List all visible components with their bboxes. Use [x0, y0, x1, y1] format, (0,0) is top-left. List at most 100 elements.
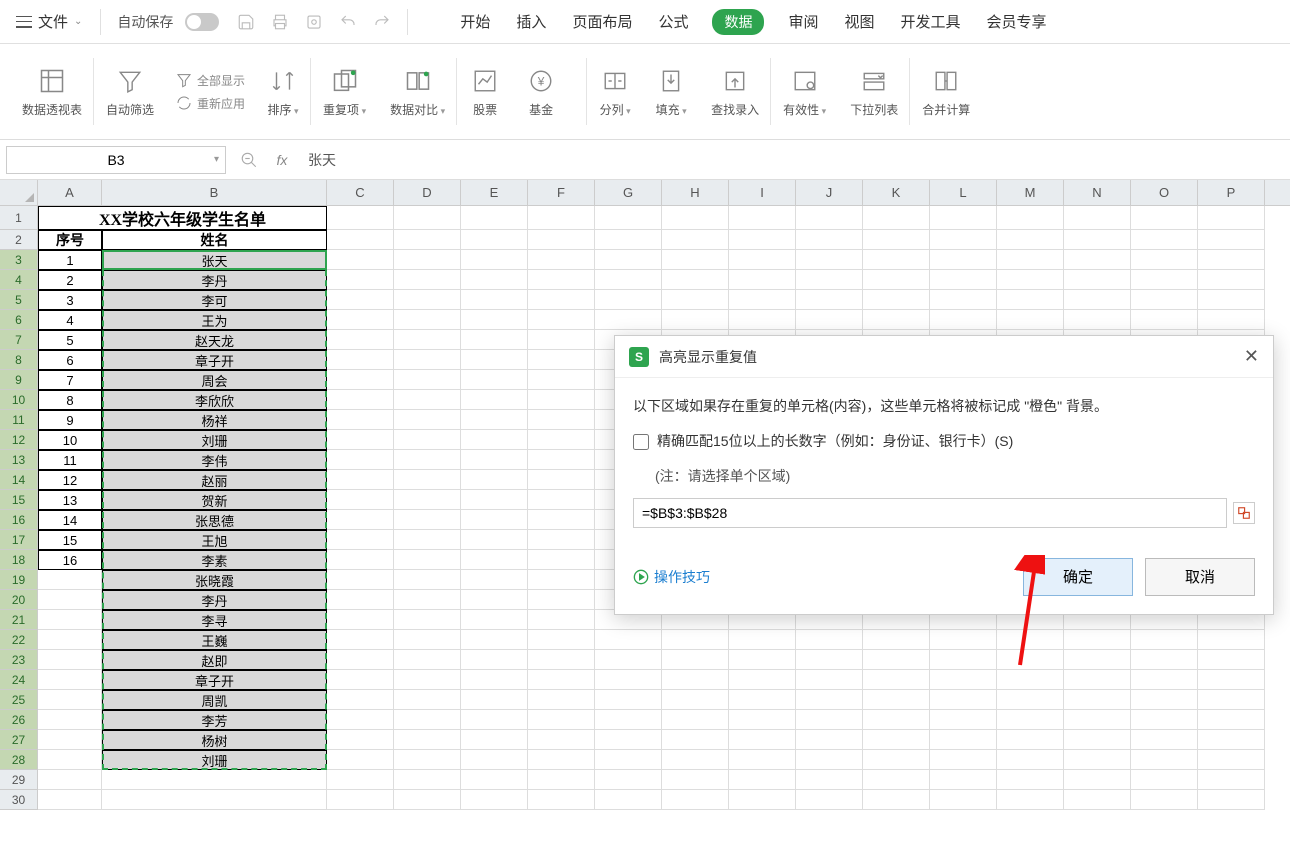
name-box[interactable]: B3 ▾	[6, 146, 226, 174]
cell[interactable]	[930, 250, 997, 270]
cell[interactable]	[729, 310, 796, 330]
cell[interactable]	[1064, 270, 1131, 290]
rowhead[interactable]: 25	[0, 690, 38, 710]
cell[interactable]	[930, 670, 997, 690]
colhead-P[interactable]: P	[1198, 180, 1265, 205]
ribbon-dropdown[interactable]: 下拉列表	[838, 44, 910, 139]
cell[interactable]	[997, 230, 1064, 250]
select-all-corner[interactable]	[0, 180, 38, 205]
cell[interactable]	[662, 750, 729, 770]
cell[interactable]	[461, 690, 528, 710]
rowhead[interactable]: 24	[0, 670, 38, 690]
cell[interactable]	[327, 270, 394, 290]
cell[interactable]	[1131, 690, 1198, 710]
cell[interactable]	[595, 790, 662, 810]
cell[interactable]: 王为	[102, 310, 327, 330]
cell[interactable]	[930, 690, 997, 710]
colhead-H[interactable]: H	[662, 180, 729, 205]
tab-会员专享[interactable]: 会员专享	[985, 7, 1049, 36]
cell[interactable]: 赵即	[102, 650, 327, 670]
cell[interactable]	[930, 750, 997, 770]
rowhead[interactable]: 27	[0, 730, 38, 750]
cell[interactable]	[327, 730, 394, 750]
reapply-button[interactable]: 重新应用	[176, 95, 245, 112]
cell[interactable]	[796, 290, 863, 310]
cell[interactable]	[1064, 670, 1131, 690]
cell[interactable]	[1131, 630, 1198, 650]
cell[interactable]: 10	[38, 430, 102, 450]
cell[interactable]	[796, 230, 863, 250]
rowhead[interactable]: 1	[0, 206, 38, 230]
cell[interactable]	[528, 206, 595, 230]
rowhead[interactable]: 26	[0, 710, 38, 730]
cell[interactable]	[38, 770, 102, 790]
cell[interactable]	[461, 650, 528, 670]
cell[interactable]	[729, 630, 796, 650]
cell[interactable]: 李可	[102, 290, 327, 310]
rowhead[interactable]: 4	[0, 270, 38, 290]
cell[interactable]	[461, 790, 528, 810]
cell[interactable]	[729, 650, 796, 670]
cell[interactable]: 张思德	[102, 510, 327, 530]
cell[interactable]	[1131, 770, 1198, 790]
rowhead[interactable]: 10	[0, 390, 38, 410]
cell[interactable]	[997, 730, 1064, 750]
cell[interactable]	[729, 290, 796, 310]
cell[interactable]	[394, 230, 461, 250]
cell[interactable]	[930, 230, 997, 250]
ribbon-sort[interactable]: 排序	[255, 44, 311, 139]
cell[interactable]: 章子开	[102, 670, 327, 690]
cell[interactable]	[595, 670, 662, 690]
cell[interactable]: 周凯	[102, 690, 327, 710]
cell[interactable]	[461, 550, 528, 570]
cell[interactable]	[1131, 250, 1198, 270]
cell[interactable]	[1064, 310, 1131, 330]
cell[interactable]	[595, 750, 662, 770]
tab-开发工具[interactable]: 开发工具	[899, 7, 963, 36]
cell[interactable]	[1064, 750, 1131, 770]
autosave-toggle[interactable]	[185, 13, 219, 31]
cell[interactable]	[461, 630, 528, 650]
cell[interactable]	[38, 670, 102, 690]
print-icon[interactable]	[265, 7, 295, 37]
ribbon-stock[interactable]: 股票	[457, 44, 513, 139]
cell[interactable]	[327, 290, 394, 310]
cell[interactable]	[461, 270, 528, 290]
cell[interactable]	[662, 290, 729, 310]
cell[interactable]	[796, 650, 863, 670]
cell[interactable]	[528, 250, 595, 270]
cell[interactable]	[102, 770, 327, 790]
cell[interactable]	[595, 290, 662, 310]
cell[interactable]	[997, 310, 1064, 330]
cell[interactable]	[595, 730, 662, 750]
cell[interactable]	[1131, 750, 1198, 770]
cell[interactable]	[863, 630, 930, 650]
cell[interactable]	[729, 750, 796, 770]
cell[interactable]	[528, 350, 595, 370]
cell[interactable]	[595, 650, 662, 670]
cell[interactable]	[863, 730, 930, 750]
colhead-F[interactable]: F	[528, 180, 595, 205]
cell[interactable]	[595, 310, 662, 330]
cell[interactable]	[38, 610, 102, 630]
cell[interactable]	[38, 630, 102, 650]
cell[interactable]	[528, 650, 595, 670]
cell[interactable]: 16	[38, 550, 102, 570]
cell[interactable]	[930, 630, 997, 650]
rowhead[interactable]: 17	[0, 530, 38, 550]
cell[interactable]: 李丹	[102, 590, 327, 610]
cell[interactable]: 章子开	[102, 350, 327, 370]
rowhead[interactable]: 18	[0, 550, 38, 570]
colhead-O[interactable]: O	[1131, 180, 1198, 205]
cell[interactable]	[595, 690, 662, 710]
cell[interactable]	[461, 470, 528, 490]
rowhead[interactable]: 11	[0, 410, 38, 430]
cell[interactable]	[327, 710, 394, 730]
cell[interactable]	[863, 750, 930, 770]
cell[interactable]	[394, 670, 461, 690]
cell[interactable]	[528, 590, 595, 610]
tab-插入[interactable]: 插入	[514, 7, 548, 36]
cell[interactable]	[997, 290, 1064, 310]
cell[interactable]: 姓名	[102, 230, 327, 250]
cell[interactable]: 杨祥	[102, 410, 327, 430]
